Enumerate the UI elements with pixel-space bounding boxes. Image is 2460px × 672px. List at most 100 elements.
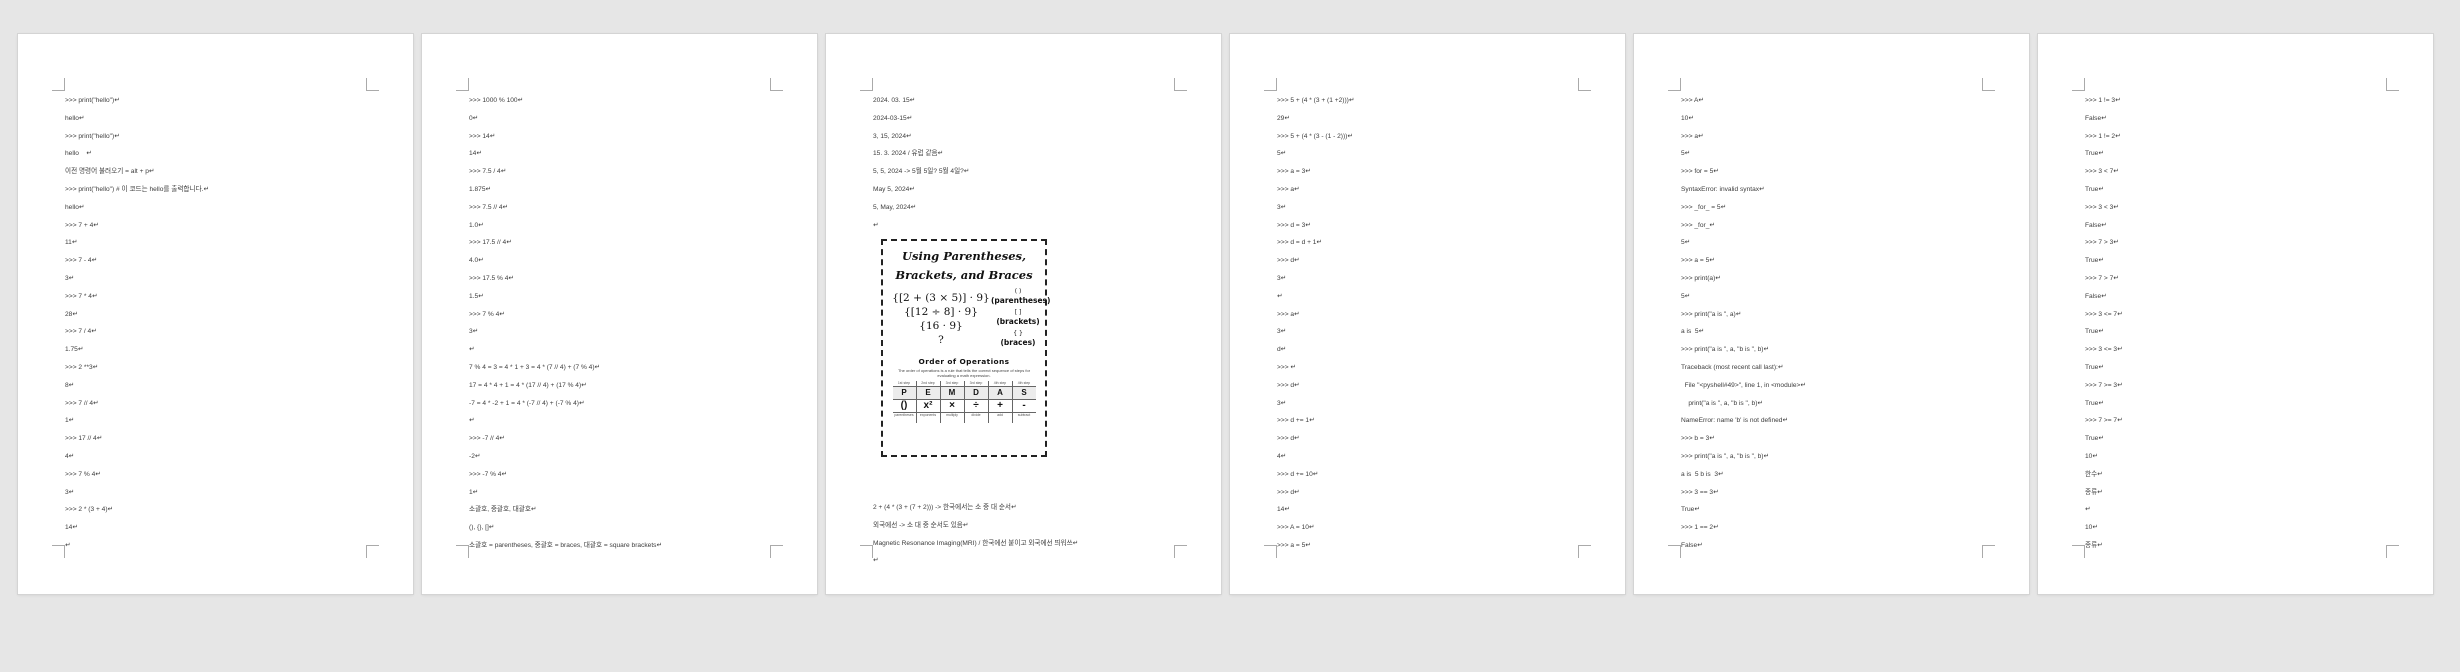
text-line: >>> d↵ xyxy=(1277,381,1300,389)
text-line: 5, May, 2024↵ xyxy=(873,203,917,211)
text-line: >>> 7.5 / 4↵ xyxy=(469,168,507,176)
text-line: >>> 3 < 3↵ xyxy=(2085,203,2119,211)
document-page-1: >>> print("hello")↵ hello↵ >>> print("hell… xyxy=(18,34,413,594)
text-line: ↵ xyxy=(873,557,879,565)
pemdas-sym: () xyxy=(892,399,916,412)
text-line: >>> d↵ xyxy=(1277,435,1300,443)
text-line: >>> 2 * (3 + 4)↵ xyxy=(65,506,114,514)
text-line: -2↵ xyxy=(469,452,481,460)
document-page-5: >>> A↵ 10↵ >>> a↵ 5↵ >>> for = 5↵ SyntaxError… xyxy=(1634,34,2029,594)
text-line: >>> d↵ xyxy=(1277,488,1300,496)
text-line: >>> print(a)↵ xyxy=(1681,274,1721,282)
text-line: 3↵ xyxy=(469,328,479,336)
text-line: 4.0↵ xyxy=(469,257,484,265)
text-line: 소괄호, 중괄호, 대괄호↵ xyxy=(469,506,537,514)
text-line: >>> a = 5↵ xyxy=(1681,257,1715,265)
text-line: True↵ xyxy=(2085,257,2104,265)
text-line: 3↵ xyxy=(1277,203,1287,211)
text-line: >>> d += 1↵ xyxy=(1277,417,1315,425)
pemdas-letter: E xyxy=(916,387,940,399)
text-line: >>> 7 >= 3↵ xyxy=(2085,381,2123,389)
crop-mark xyxy=(1668,545,1681,558)
text-line: >>> 3 <= 7↵ xyxy=(2085,310,2123,318)
text-line: 4↵ xyxy=(65,452,75,460)
text-line: True↵ xyxy=(2085,399,2104,407)
text-line: 5↵ xyxy=(1681,239,1691,247)
crop-mark xyxy=(1578,78,1591,91)
text-line: >>> a = 5↵ xyxy=(1277,541,1311,549)
crop-mark xyxy=(456,78,469,91)
page-text[interactable]: >>> 1 != 3↵ False↵ >>> 1 != 2↵ True↵ >>> 3 <… xyxy=(2085,92,2397,555)
pemdas-letter: A xyxy=(988,387,1012,399)
text-line: >>> 7 % 4↵ xyxy=(65,470,101,478)
crop-mark xyxy=(52,545,65,558)
crop-mark xyxy=(456,545,469,558)
text-line: NameError: name 'b' is not defined↵ xyxy=(1681,417,1788,425)
text-line: >>> print("hello")↵ xyxy=(65,132,120,140)
crop-mark xyxy=(366,78,379,91)
text-line: 28↵ xyxy=(65,310,78,318)
text-line: 14↵ xyxy=(1277,506,1290,514)
text-line: >>> 7 > 7↵ xyxy=(2085,274,2119,282)
text-line: 17 = 4 * 4 + 1 = 4 * (17 // 4) + (17 % 4… xyxy=(469,381,587,389)
text-line: 29↵ xyxy=(1277,114,1290,122)
text-line: True↵ xyxy=(2085,435,2104,443)
document-page-6: >>> 1 != 3↵ False↵ >>> 1 != 2↵ True↵ >>> 3 <… xyxy=(2038,34,2433,594)
page-text[interactable]: 2024. 03. 15↵ 2024-03-15↵ 3, 15, 2024↵ 15. … xyxy=(873,92,1185,234)
text-line: >>> 1 != 2↵ xyxy=(2085,132,2121,140)
text-line: 외국에선 -> 소 대 중 순서도 있음↵ xyxy=(873,521,969,529)
page-text[interactable]: >>> 5 + (4 * (3 + (1 +2)))↵ 29↵ >>> 5 + (4… xyxy=(1277,92,1589,555)
text-line: >>> 3 <= 3↵ xyxy=(2085,346,2123,354)
text-line: d↵ xyxy=(1277,346,1287,354)
order-of-operations-heading: Order of Operations xyxy=(918,357,1010,366)
text-line: >>> 7 * 4↵ xyxy=(65,292,98,300)
text-line: 종류↵ xyxy=(2085,488,2103,496)
text-line: >>> A = 10↵ xyxy=(1277,524,1315,532)
text-line: ↵ xyxy=(1277,292,1283,300)
text-line: a is 5↵ xyxy=(1681,328,1705,336)
crop-mark xyxy=(860,78,873,91)
text-line: 1.875↵ xyxy=(469,185,492,193)
page-text[interactable]: >>> A↵ 10↵ >>> a↵ 5↵ >>> for = 5↵ SyntaxError… xyxy=(1681,92,1993,555)
page-text-after-figure[interactable]: 2 + (4 * (3 + (7 + 2))) -> 한국에서는 소 중 대 순… xyxy=(873,499,1185,570)
text-line: 2024. 03. 15↵ xyxy=(873,97,916,104)
parentheses-figure[interactable]: Using Parentheses, Brackets, and Braces … xyxy=(881,239,1050,457)
text-line: >>> d = d + 1↵ xyxy=(1277,239,1322,247)
pemdas-column: 2nd step Ex² exponents xyxy=(915,381,940,423)
pemdas-desc: subtract xyxy=(1012,412,1036,423)
pemdas-column: 3rd step M × multiply xyxy=(939,381,964,423)
text-line: ↵ xyxy=(65,541,71,549)
page-text[interactable]: >>> print("hello")↵ hello↵ >>> print("hell… xyxy=(65,92,377,555)
page-text[interactable]: >>> 1000 % 100↵ 0↵ >>> 14↵ 14↵ >>> 7.5 / 4↵ 1… xyxy=(469,92,781,555)
text-line: >>> 7 + 4↵ xyxy=(65,221,99,229)
text-line: 0↵ xyxy=(469,114,479,122)
crop-mark xyxy=(2072,545,2085,558)
text-line: True↵ xyxy=(2085,185,2104,193)
pemdas-letter: S xyxy=(1012,387,1036,399)
figure-expression: {[2 + (3 × 5)] · 9} {[12 ÷ 8] · 9} {16 ·… xyxy=(892,291,990,346)
text-line: Traceback (most recent call last):↵ xyxy=(1681,363,1784,371)
pemdas-sym: + xyxy=(988,399,1012,412)
text-line: >>> 17.5 // 4↵ xyxy=(469,239,512,247)
text-line: 14↵ xyxy=(469,150,482,158)
text-line: >>> print("hello") # 이 코드는 hello를 출력합니다.… xyxy=(65,185,209,193)
pemdas-sym: - xyxy=(1012,399,1036,412)
text-line: True↵ xyxy=(2085,363,2104,371)
text-line: 3↵ xyxy=(65,274,75,282)
pemdas-table: 1st step P() parentheses 2nd step Ex² exponen… xyxy=(883,381,1045,423)
crop-mark xyxy=(860,545,873,558)
text-line: ↵ xyxy=(469,346,475,354)
text-line: 4↵ xyxy=(1277,452,1287,460)
document-page-2: >>> 1000 % 100↵ 0↵ >>> 14↵ 14↵ >>> 7.5 / 4↵ 1… xyxy=(422,34,817,594)
pemdas-letter: P xyxy=(892,387,916,399)
pemdas-sym: × xyxy=(940,399,964,412)
text-line: >>> A↵ xyxy=(1681,97,1704,104)
text-line: 5, 5, 2024 -> 5월 5일? 5월 4일?↵ xyxy=(873,168,970,176)
document-page-3: 2024. 03. 15↵ 2024-03-15↵ 3, 15, 2024↵ 15. … xyxy=(826,34,1221,594)
text-line: 5↵ xyxy=(1681,150,1691,158)
text-line: 1↵ xyxy=(469,488,479,496)
text-line: True↵ xyxy=(2085,328,2104,336)
text-line: 5↵ xyxy=(1681,292,1691,300)
text-line: >>> d↵ xyxy=(1277,257,1300,265)
text-line: (), {}, []↵ xyxy=(469,524,495,532)
